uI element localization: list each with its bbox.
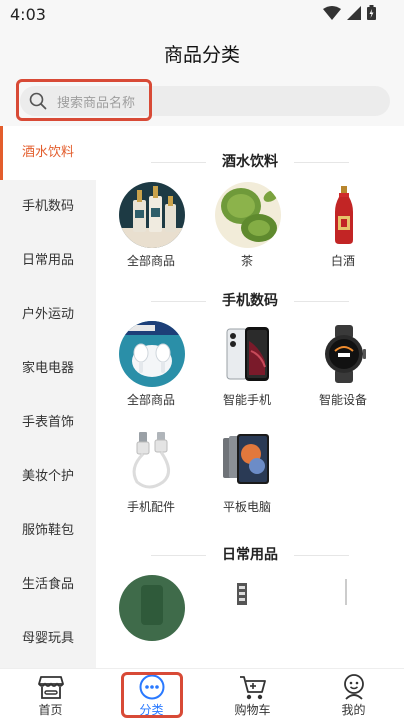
sidebar-item-food[interactable]: 生活食品 <box>0 558 96 612</box>
earbuds-image <box>119 321 185 387</box>
category-item[interactable]: 白酒 <box>295 180 391 287</box>
category-item[interactable] <box>103 573 199 668</box>
signal-icon <box>347 5 361 20</box>
category-item-label: 茶 <box>240 254 253 268</box>
category-item-label: 手机配件 <box>126 500 175 514</box>
cart-icon <box>239 676 266 700</box>
category-item[interactable]: 全部商品 <box>103 180 199 287</box>
category-grid: 全部商品 茶 白酒 <box>96 180 404 287</box>
category-item-label: 全部商品 <box>126 393 175 407</box>
divider <box>151 162 206 163</box>
category-item-label: 智能设备 <box>318 393 367 407</box>
daily-goods-image <box>119 575 185 641</box>
section-title: 手机数码 <box>96 283 404 319</box>
bottom-nav: 首页 分类 购物车 我的 <box>0 668 404 718</box>
category-item-label: 白酒 <box>330 254 355 268</box>
divider <box>151 301 206 302</box>
sidebar-item-daily[interactable]: 日常用品 <box>0 234 96 288</box>
status-bar: 4:03 <box>0 0 404 30</box>
category-item[interactable]: 手机配件 <box>103 426 199 533</box>
smartwatch-image <box>325 325 366 383</box>
smartphone-image <box>226 327 269 381</box>
nav-label: 我的 <box>341 703 366 717</box>
category-sidebar: 酒水饮料 手机数码 日常用品 户外运动 家电电器 手表首饰 美妆个护 服饰鞋包 … <box>0 126 96 668</box>
category-item-label: 智能手机 <box>222 393 271 407</box>
category-grid: 全部商品 智能手机 智能设备 手机配件 平板电脑 <box>96 319 404 533</box>
page-title: 商品分类 <box>163 44 240 66</box>
divider <box>294 301 349 302</box>
status-time: 4:03 <box>10 5 46 24</box>
section-title-text: 手机数码 <box>222 293 278 309</box>
nav-label: 首页 <box>38 703 63 717</box>
sidebar-item-drinks[interactable]: 酒水饮料 <box>0 126 96 180</box>
nav-home[interactable]: 首页 <box>0 669 101 718</box>
sidebar-item-beauty[interactable]: 美妆个护 <box>0 450 96 504</box>
sidebar-item-apparel[interactable]: 服饰鞋包 <box>0 504 96 558</box>
category-content: 酒水饮料 全部商品 茶 白酒 手机数码 全部商品 智能手机 智能设备 手机配件 … <box>96 126 404 668</box>
divider <box>151 555 206 556</box>
section-title: 日常用品 <box>96 537 404 573</box>
category-item-label: 全部商品 <box>126 254 175 268</box>
section-title: 酒水饮料 <box>96 144 404 180</box>
baijiu-bottle-image <box>335 186 353 244</box>
category-item[interactable]: 智能手机 <box>199 319 295 426</box>
daily-goods-image <box>345 579 347 605</box>
sidebar-item-digital[interactable]: 手机数码 <box>0 180 96 234</box>
section-title-text: 日常用品 <box>222 547 278 563</box>
usb-cable-image <box>132 432 170 489</box>
nav-profile[interactable]: 我的 <box>303 669 404 718</box>
category-item-label: 平板电脑 <box>222 500 271 514</box>
liquor-bottles-image <box>119 182 185 248</box>
sidebar-item-baby[interactable]: 母婴玩具 <box>0 612 96 666</box>
wifi-icon <box>323 5 341 20</box>
status-icons <box>323 5 376 20</box>
category-item[interactable] <box>295 573 391 668</box>
category-item[interactable]: 全部商品 <box>103 319 199 426</box>
header: 商品分类 <box>0 30 404 76</box>
category-item[interactable]: 智能设备 <box>295 319 391 426</box>
category-item[interactable] <box>199 573 295 668</box>
nav-label: 购物车 <box>234 703 271 717</box>
category-item[interactable]: 茶 <box>199 180 295 287</box>
category-grid <box>96 573 404 668</box>
section-title-text: 酒水饮料 <box>222 154 278 170</box>
divider <box>294 555 349 556</box>
divider <box>294 162 349 163</box>
tablet-image <box>223 434 269 484</box>
search-bar: 搜索商品名称 <box>0 76 404 126</box>
tea-leaves-image <box>215 182 281 248</box>
search-highlight-box <box>16 79 152 121</box>
nav-highlight-box <box>121 672 183 718</box>
battery-icon <box>367 5 376 20</box>
sidebar-item-appliances[interactable]: 家电电器 <box>0 342 96 396</box>
daily-goods-image <box>237 583 247 605</box>
profile-icon <box>343 674 364 700</box>
sidebar-item-watches[interactable]: 手表首饰 <box>0 396 96 450</box>
nav-cart[interactable]: 购物车 <box>202 669 303 718</box>
sidebar-item-outdoor[interactable]: 户外运动 <box>0 288 96 342</box>
category-item[interactable]: 平板电脑 <box>199 426 295 533</box>
store-icon <box>37 676 64 699</box>
